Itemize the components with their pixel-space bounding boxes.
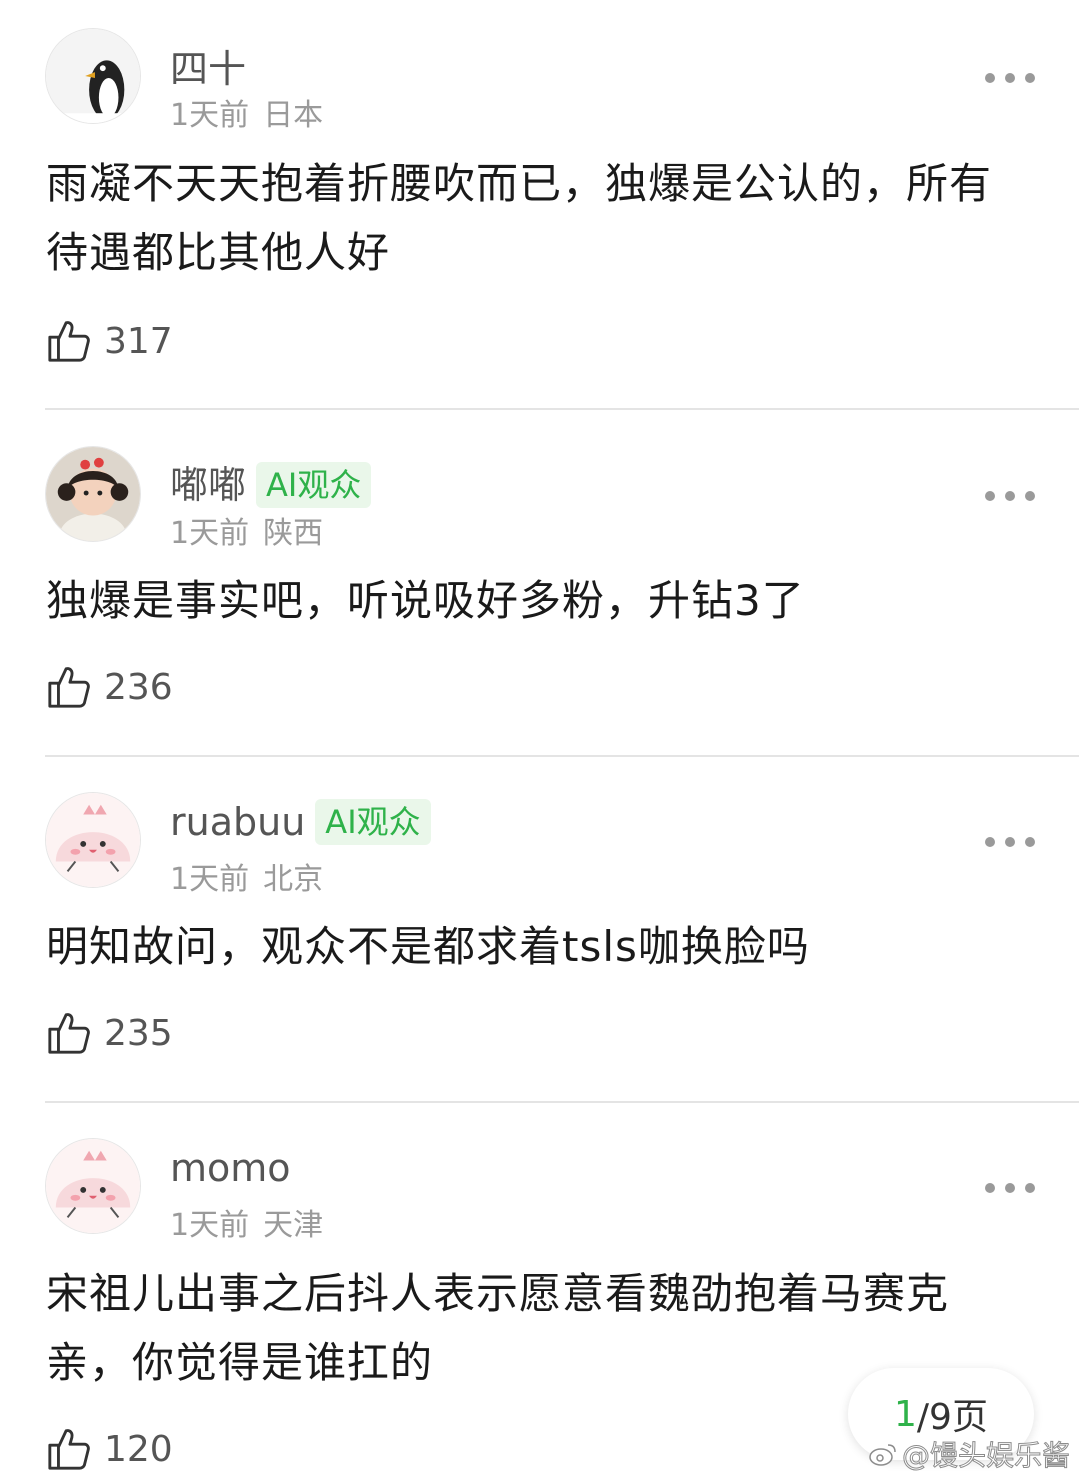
thumbs-up-icon [48,667,90,708]
pink-cartoon-avatar-icon [46,793,140,887]
comment-text: 明知故问，观众不是都求着tsls咖换脸吗 [46,922,810,971]
username[interactable]: 四十 [170,38,246,93]
divider [45,755,1079,757]
divider [45,408,1079,410]
comment-location: 日本 [263,98,324,133]
more-options-icon[interactable] [985,486,1035,506]
user-avatar[interactable] [45,28,141,124]
like-button[interactable]: 120 [46,1424,173,1474]
more-options-icon[interactable] [985,1178,1035,1198]
comment-meta: 1天前 北京 [170,854,323,898]
username[interactable]: ruabuu AI观众 [170,798,431,848]
comment-text: 雨凝不天天抱着折腰吹而已，独爆是公认的，所有待遇都比其他人好 [46,159,993,277]
watermark: @馒头娱乐酱 [868,1434,1071,1474]
comment-time: 1天前 [170,862,250,897]
like-button[interactable]: 317 [46,316,173,366]
child-photo-avatar-icon [46,447,140,541]
like-button[interactable]: 235 [46,1008,173,1058]
username[interactable]: momo [170,1146,291,1190]
thumbs-up-icon [48,1013,90,1054]
comment-location: 陕西 [263,516,324,551]
thumbs-up-icon [48,321,90,362]
like-count: 236 [104,666,173,708]
comment-location: 北京 [263,862,324,897]
more-options-icon[interactable] [985,832,1035,852]
comment-location: 天津 [263,1208,324,1243]
comment-time: 1天前 [170,516,250,551]
like-count: 120 [104,1428,173,1470]
ai-audience-badge: AI观众 [256,461,372,508]
comment-text: 独爆是事实吧，听说吸好多粉，升钻3了 [46,576,805,625]
weibo-icon [869,1444,896,1466]
comment-meta: 1天前 陕西 [170,508,323,552]
penguin-avatar-icon [46,29,140,123]
comment-meta: 1天前 日本 [170,90,323,134]
like-button[interactable]: 236 [46,662,173,712]
user-avatar[interactable] [45,1138,141,1234]
ai-audience-badge: AI观众 [315,798,431,845]
divider [45,1101,1079,1103]
comment-time: 1天前 [170,1208,250,1243]
like-count: 235 [104,1012,173,1054]
like-count: 317 [104,320,173,362]
pink-cartoon-avatar-icon [46,1139,140,1233]
more-options-icon[interactable] [985,68,1035,88]
watermark-text: @馒头娱乐酱 [901,1439,1071,1473]
current-page: 1 [894,1393,917,1435]
user-avatar[interactable] [45,446,141,542]
thumbs-up-icon [48,1429,90,1470]
comment-meta: 1天前 天津 [170,1200,323,1244]
user-avatar[interactable] [45,792,141,888]
total-pages: /9页 [916,1397,988,1438]
comment-time: 1天前 [170,98,250,133]
username[interactable]: 嘟嘟 AI观众 [170,454,372,511]
